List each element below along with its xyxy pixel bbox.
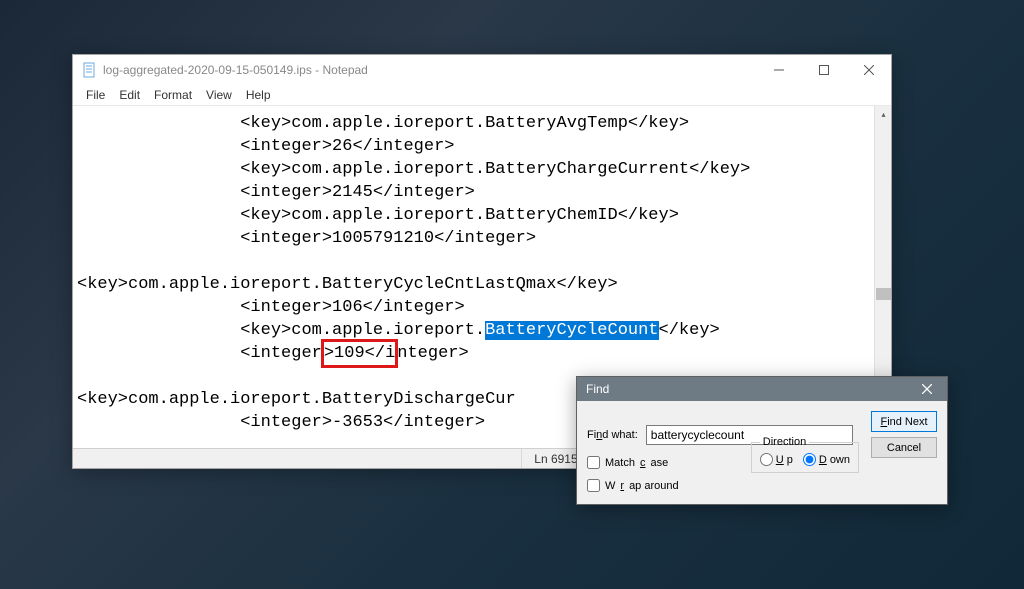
text-line: <key>com.apple.ioreport.BatteryChemID</k… (240, 206, 679, 225)
text-line (77, 344, 240, 363)
text-line: <key>com.apple.ioreport.BatteryAvgTemp</… (240, 114, 689, 133)
scrollbar-thumb[interactable] (876, 288, 891, 300)
find-title-text: Find (586, 382, 609, 396)
text-line: <integer>2145</integer> (240, 183, 475, 202)
text-line: <integer (240, 344, 322, 363)
scroll-up-icon[interactable]: ▴ (875, 106, 891, 123)
text-line: >109</i (324, 344, 395, 363)
menubar: File Edit Format View Help (73, 85, 891, 105)
up-radio-input[interactable] (760, 453, 773, 466)
match-case-input[interactable] (587, 456, 600, 469)
text-line (77, 114, 240, 133)
titlebar[interactable]: log-aggregated-2020-09-15-050149.ips - N… (73, 55, 891, 85)
text-line (77, 183, 240, 202)
direction-label: Direction (760, 436, 809, 448)
maximize-button[interactable] (801, 55, 846, 85)
menu-help[interactable]: Help (239, 86, 278, 104)
window-title: log-aggregated-2020-09-15-050149.ips - N… (103, 63, 368, 77)
text-line: <integer>106</integer> (240, 298, 464, 317)
find-next-button[interactable]: Find Next (871, 411, 937, 432)
text-line: <key>com.apple.ioreport.BatteryChargeCur… (240, 160, 750, 179)
minimize-button[interactable] (756, 55, 801, 85)
match-case-checkbox[interactable]: Match case (587, 456, 679, 469)
text-line: nteger> (397, 344, 468, 363)
menu-view[interactable]: View (199, 86, 239, 104)
direction-down-radio[interactable]: Down (803, 453, 850, 466)
text-line: <key>com.apple.ioreport. (240, 321, 485, 340)
direction-up-radio[interactable]: Up (760, 453, 793, 466)
find-body: Find what: Find Next Cancel Match case W… (577, 401, 947, 504)
text-line: <key>com.apple.ioreport.BatteryCycleCntL… (77, 275, 618, 294)
menu-format[interactable]: Format (147, 86, 199, 104)
text-line (77, 206, 240, 225)
text-line (77, 229, 240, 248)
find-titlebar[interactable]: Find (577, 377, 947, 401)
text-line: <integer>26</integer> (240, 137, 454, 156)
wrap-around-checkbox[interactable]: Wrap around (587, 479, 679, 492)
text-line (77, 137, 240, 156)
find-dialog: Find Find what: Find Next Cancel Match c… (576, 376, 948, 505)
text-line: </key> (659, 321, 720, 340)
text-line (77, 298, 240, 317)
annotation-highlight-box: >109</i (321, 339, 398, 368)
text-line: <integer>1005791210</integer> (240, 229, 536, 248)
wrap-around-input[interactable] (587, 479, 600, 492)
close-icon[interactable] (913, 377, 941, 401)
find-what-label: Find what: (587, 429, 638, 441)
down-radio-input[interactable] (803, 453, 816, 466)
menu-edit[interactable]: Edit (112, 86, 147, 104)
menu-file[interactable]: File (79, 86, 112, 104)
text-line: <key>com.apple.ioreport.BatteryDischarge… (77, 390, 516, 409)
window-controls (756, 55, 891, 85)
text-line (77, 321, 240, 340)
text-line (77, 413, 240, 432)
app-icon (81, 62, 97, 78)
selected-text: BatteryCycleCount (485, 321, 658, 340)
direction-group: Direction Up Down (751, 436, 859, 473)
text-line (77, 160, 240, 179)
text-line: <integer>-3653</integer> (240, 413, 485, 432)
close-button[interactable] (846, 55, 891, 85)
cancel-button[interactable]: Cancel (871, 437, 937, 458)
